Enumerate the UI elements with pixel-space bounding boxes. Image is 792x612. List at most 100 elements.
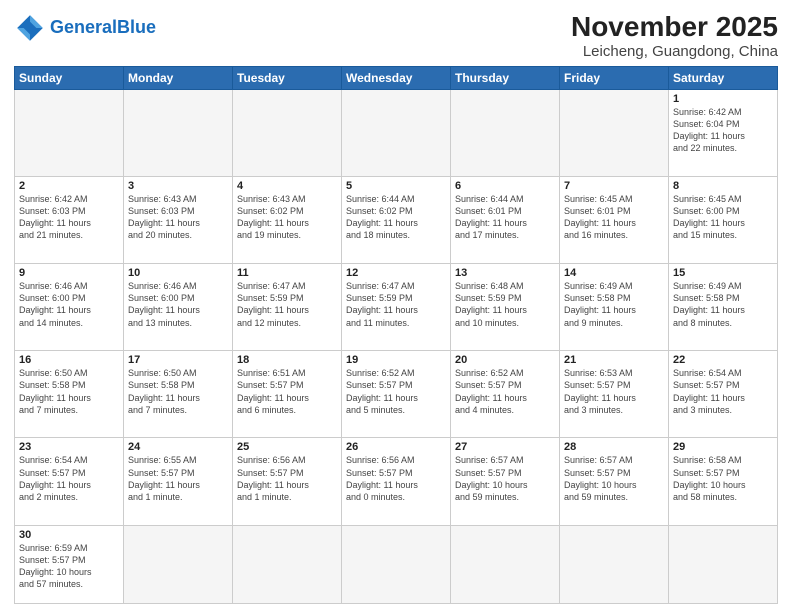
day-number: 28 — [564, 441, 664, 453]
day-number: 25 — [237, 441, 337, 453]
day-number: 15 — [673, 267, 773, 279]
calendar-row: 30Sunrise: 6:59 AM Sunset: 5:57 PM Dayli… — [15, 525, 778, 604]
table-row: 13Sunrise: 6:48 AM Sunset: 5:59 PM Dayli… — [451, 264, 560, 351]
table-row: 12Sunrise: 6:47 AM Sunset: 5:59 PM Dayli… — [342, 264, 451, 351]
table-row — [342, 89, 451, 176]
day-number: 18 — [237, 354, 337, 366]
table-row: 30Sunrise: 6:59 AM Sunset: 5:57 PM Dayli… — [15, 525, 124, 604]
day-info: Sunrise: 6:49 AM Sunset: 5:58 PM Dayligh… — [564, 280, 664, 329]
table-row: 9Sunrise: 6:46 AM Sunset: 6:00 PM Daylig… — [15, 264, 124, 351]
day-info: Sunrise: 6:55 AM Sunset: 5:57 PM Dayligh… — [128, 454, 228, 503]
day-number: 29 — [673, 441, 773, 453]
table-row: 6Sunrise: 6:44 AM Sunset: 6:01 PM Daylig… — [451, 176, 560, 263]
table-row: 1Sunrise: 6:42 AM Sunset: 6:04 PM Daylig… — [669, 89, 778, 176]
table-row: 8Sunrise: 6:45 AM Sunset: 6:00 PM Daylig… — [669, 176, 778, 263]
day-number: 9 — [19, 267, 119, 279]
table-row: 24Sunrise: 6:55 AM Sunset: 5:57 PM Dayli… — [124, 438, 233, 525]
calendar-row: 9Sunrise: 6:46 AM Sunset: 6:00 PM Daylig… — [15, 264, 778, 351]
day-number: 17 — [128, 354, 228, 366]
calendar-row: 1Sunrise: 6:42 AM Sunset: 6:04 PM Daylig… — [15, 89, 778, 176]
day-info: Sunrise: 6:54 AM Sunset: 5:57 PM Dayligh… — [673, 367, 773, 416]
header-sunday: Sunday — [15, 66, 124, 89]
day-info: Sunrise: 6:52 AM Sunset: 5:57 PM Dayligh… — [346, 367, 446, 416]
day-info: Sunrise: 6:56 AM Sunset: 5:57 PM Dayligh… — [237, 454, 337, 503]
table-row: 15Sunrise: 6:49 AM Sunset: 5:58 PM Dayli… — [669, 264, 778, 351]
header-saturday: Saturday — [669, 66, 778, 89]
day-number: 5 — [346, 180, 446, 192]
day-number: 10 — [128, 267, 228, 279]
day-info: Sunrise: 6:58 AM Sunset: 5:57 PM Dayligh… — [673, 454, 773, 503]
day-number: 2 — [19, 180, 119, 192]
day-info: Sunrise: 6:43 AM Sunset: 6:02 PM Dayligh… — [237, 193, 337, 242]
table-row: 14Sunrise: 6:49 AM Sunset: 5:58 PM Dayli… — [560, 264, 669, 351]
table-row — [15, 89, 124, 176]
day-number: 6 — [455, 180, 555, 192]
logo: GeneralBlue — [14, 12, 156, 44]
table-row: 16Sunrise: 6:50 AM Sunset: 5:58 PM Dayli… — [15, 351, 124, 438]
day-number: 4 — [237, 180, 337, 192]
day-number: 8 — [673, 180, 773, 192]
day-info: Sunrise: 6:57 AM Sunset: 5:57 PM Dayligh… — [455, 454, 555, 503]
title-block: November 2025 Leicheng, Guangdong, China — [571, 12, 778, 60]
day-number: 7 — [564, 180, 664, 192]
table-row: 11Sunrise: 6:47 AM Sunset: 5:59 PM Dayli… — [233, 264, 342, 351]
table-row — [451, 89, 560, 176]
table-row: 5Sunrise: 6:44 AM Sunset: 6:02 PM Daylig… — [342, 176, 451, 263]
day-info: Sunrise: 6:57 AM Sunset: 5:57 PM Dayligh… — [564, 454, 664, 503]
day-info: Sunrise: 6:45 AM Sunset: 6:01 PM Dayligh… — [564, 193, 664, 242]
table-row — [560, 89, 669, 176]
table-row: 23Sunrise: 6:54 AM Sunset: 5:57 PM Dayli… — [15, 438, 124, 525]
header-thursday: Thursday — [451, 66, 560, 89]
day-info: Sunrise: 6:44 AM Sunset: 6:01 PM Dayligh… — [455, 193, 555, 242]
weekday-header-row: Sunday Monday Tuesday Wednesday Thursday… — [15, 66, 778, 89]
day-info: Sunrise: 6:42 AM Sunset: 6:03 PM Dayligh… — [19, 193, 119, 242]
table-row: 17Sunrise: 6:50 AM Sunset: 5:58 PM Dayli… — [124, 351, 233, 438]
table-row: 29Sunrise: 6:58 AM Sunset: 5:57 PM Dayli… — [669, 438, 778, 525]
day-number: 11 — [237, 267, 337, 279]
table-row: 27Sunrise: 6:57 AM Sunset: 5:57 PM Dayli… — [451, 438, 560, 525]
calendar-table: Sunday Monday Tuesday Wednesday Thursday… — [14, 66, 778, 604]
table-row — [124, 89, 233, 176]
logo-text: GeneralBlue — [50, 18, 156, 38]
table-row — [342, 525, 451, 604]
day-number: 26 — [346, 441, 446, 453]
day-info: Sunrise: 6:50 AM Sunset: 5:58 PM Dayligh… — [128, 367, 228, 416]
table-row — [669, 525, 778, 604]
day-number: 27 — [455, 441, 555, 453]
header-monday: Monday — [124, 66, 233, 89]
header: GeneralBlue November 2025 Leicheng, Guan… — [14, 12, 778, 60]
table-row: 21Sunrise: 6:53 AM Sunset: 5:57 PM Dayli… — [560, 351, 669, 438]
calendar-row: 23Sunrise: 6:54 AM Sunset: 5:57 PM Dayli… — [15, 438, 778, 525]
header-tuesday: Tuesday — [233, 66, 342, 89]
table-row: 20Sunrise: 6:52 AM Sunset: 5:57 PM Dayli… — [451, 351, 560, 438]
day-number: 1 — [673, 93, 773, 105]
location: Leicheng, Guangdong, China — [571, 43, 778, 60]
day-info: Sunrise: 6:51 AM Sunset: 5:57 PM Dayligh… — [237, 367, 337, 416]
day-info: Sunrise: 6:46 AM Sunset: 6:00 PM Dayligh… — [19, 280, 119, 329]
table-row: 7Sunrise: 6:45 AM Sunset: 6:01 PM Daylig… — [560, 176, 669, 263]
table-row — [124, 525, 233, 604]
day-number: 21 — [564, 354, 664, 366]
day-info: Sunrise: 6:46 AM Sunset: 6:00 PM Dayligh… — [128, 280, 228, 329]
day-info: Sunrise: 6:49 AM Sunset: 5:58 PM Dayligh… — [673, 280, 773, 329]
table-row: 19Sunrise: 6:52 AM Sunset: 5:57 PM Dayli… — [342, 351, 451, 438]
table-row — [560, 525, 669, 604]
day-info: Sunrise: 6:59 AM Sunset: 5:57 PM Dayligh… — [19, 542, 119, 591]
day-info: Sunrise: 6:52 AM Sunset: 5:57 PM Dayligh… — [455, 367, 555, 416]
calendar-row: 16Sunrise: 6:50 AM Sunset: 5:58 PM Dayli… — [15, 351, 778, 438]
day-number: 14 — [564, 267, 664, 279]
table-row — [233, 525, 342, 604]
day-info: Sunrise: 6:50 AM Sunset: 5:58 PM Dayligh… — [19, 367, 119, 416]
day-info: Sunrise: 6:47 AM Sunset: 5:59 PM Dayligh… — [237, 280, 337, 329]
day-number: 30 — [19, 529, 119, 541]
day-number: 12 — [346, 267, 446, 279]
table-row — [451, 525, 560, 604]
calendar-row: 2Sunrise: 6:42 AM Sunset: 6:03 PM Daylig… — [15, 176, 778, 263]
day-number: 19 — [346, 354, 446, 366]
header-wednesday: Wednesday — [342, 66, 451, 89]
day-number: 16 — [19, 354, 119, 366]
table-row — [233, 89, 342, 176]
table-row: 26Sunrise: 6:56 AM Sunset: 5:57 PM Dayli… — [342, 438, 451, 525]
day-info: Sunrise: 6:45 AM Sunset: 6:00 PM Dayligh… — [673, 193, 773, 242]
day-info: Sunrise: 6:54 AM Sunset: 5:57 PM Dayligh… — [19, 454, 119, 503]
